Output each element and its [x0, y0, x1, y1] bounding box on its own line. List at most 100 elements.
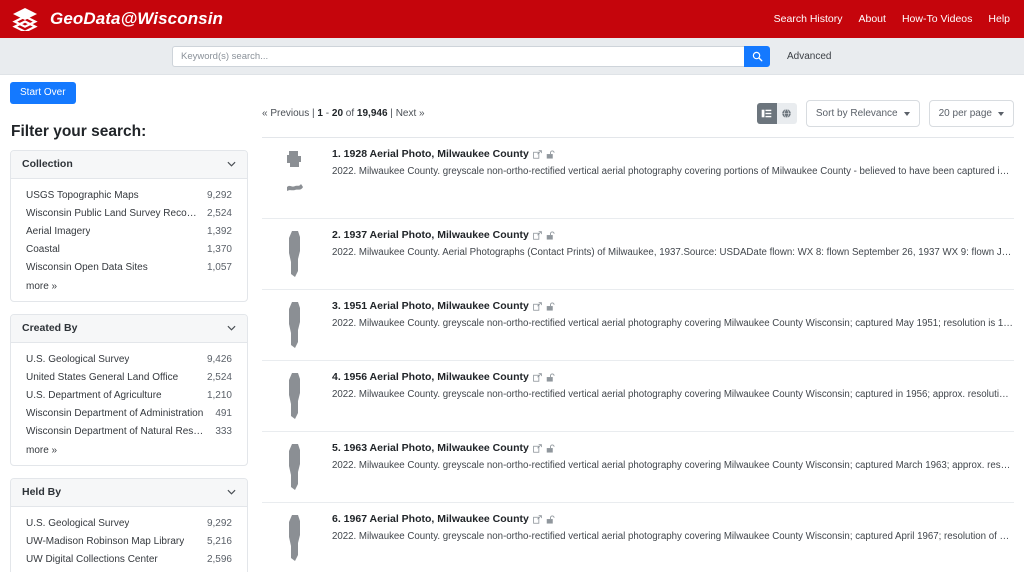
- result-content: 3. 1951 Aerial Photo, Milwaukee County 2…: [328, 300, 1014, 329]
- search-form: [172, 45, 770, 67]
- result-description: 2022. Milwaukee County. Aerial Photograp…: [332, 247, 1014, 258]
- sort-dropdown-label: Sort by Relevance: [815, 108, 898, 119]
- aerial-photo-thumbnail-icon: [287, 151, 303, 191]
- advanced-search-link[interactable]: Advanced: [787, 51, 831, 62]
- facet-item[interactable]: U.S. Geological Survey 9,426: [15, 350, 243, 368]
- facet-more-link[interactable]: more »: [15, 276, 243, 292]
- facet-held-by-body: U.S. Geological Survey 9,292 UW-Madison …: [11, 507, 247, 572]
- result-item[interactable]: 4. 1956 Aerial Photo, Milwaukee County 2…: [262, 361, 1014, 432]
- result-title-row: 5. 1963 Aerial Photo, Milwaukee County: [332, 442, 1014, 454]
- start-over-button[interactable]: Start Over: [10, 82, 76, 104]
- facet-item[interactable]: Wisconsin Department of Natural Resource…: [15, 422, 243, 440]
- range-separator: -: [325, 108, 330, 119]
- facet-item[interactable]: UW Digital Collections Center 2,596: [15, 550, 243, 568]
- result-item[interactable]: 1. 1928 Aerial Photo, Milwaukee County 2…: [262, 138, 1014, 219]
- globe-map-view-icon: [782, 108, 792, 119]
- facet-item[interactable]: Coastal 1,370: [15, 240, 243, 258]
- facet-item[interactable]: Wisconsin Public Land Survey Records 2,5…: [15, 204, 243, 222]
- facet-held-by-header[interactable]: Held By: [11, 479, 247, 507]
- facet-item-label: Wisconsin Department of Administration: [26, 407, 204, 419]
- facet-item-count: 1,392: [206, 225, 232, 237]
- facet-item-count: 2,524: [206, 207, 232, 219]
- aerial-photo-thumbnail-icon: [289, 444, 300, 490]
- result-title-row: 2. 1937 Aerial Photo, Milwaukee County: [332, 229, 1014, 241]
- facet-held-by: Held By U.S. Geological Survey 9,292 UW-…: [10, 478, 248, 572]
- facet-item-count: 2,596: [206, 553, 232, 565]
- pagination-sep-1: |: [312, 108, 315, 119]
- facet-created-by-header[interactable]: Created By: [11, 315, 247, 343]
- next-page-link[interactable]: Next »: [396, 108, 425, 119]
- result-title-link[interactable]: 2. 1937 Aerial Photo, Milwaukee County: [332, 229, 529, 241]
- facet-item[interactable]: Wisconsin Open Data Sites 1,057: [15, 258, 243, 276]
- result-title-link[interactable]: 3. 1951 Aerial Photo, Milwaukee County: [332, 300, 529, 312]
- facet-item-label: UW-Madison Robinson Map Library: [26, 535, 185, 547]
- result-thumbnail: [262, 148, 328, 207]
- facet-more-link[interactable]: more »: [15, 440, 243, 456]
- facet-item-label: Aerial Imagery: [26, 225, 91, 237]
- nav-link-about[interactable]: About: [859, 13, 886, 25]
- facet-item[interactable]: Wisconsin Department of Administration 4…: [15, 404, 243, 422]
- aerial-photo-thumbnail-icon: [289, 302, 300, 348]
- chevron-down-icon: [227, 325, 236, 331]
- sort-dropdown[interactable]: Sort by Relevance: [805, 100, 920, 127]
- result-item[interactable]: 6. 1967 Aerial Photo, Milwaukee County 2…: [262, 503, 1014, 572]
- facet-item-count: 1,057: [206, 261, 232, 273]
- result-thumbnail: [262, 442, 328, 491]
- range-start: 1: [317, 108, 323, 119]
- result-title-link[interactable]: 5. 1963 Aerial Photo, Milwaukee County: [332, 442, 529, 454]
- brand[interactable]: GeoData@Wisconsin: [12, 7, 223, 31]
- external-link-icon: [533, 301, 542, 311]
- result-title-link[interactable]: 1. 1928 Aerial Photo, Milwaukee County: [332, 148, 529, 160]
- result-title-link[interactable]: 4. 1956 Aerial Photo, Milwaukee County: [332, 371, 529, 383]
- result-title-link[interactable]: 6. 1967 Aerial Photo, Milwaukee County: [332, 513, 529, 525]
- search-icon: [752, 51, 762, 61]
- facet-collection-body: USGS Topographic Maps 9,292 Wisconsin Pu…: [11, 179, 247, 301]
- facet-item-count: 1,210: [206, 389, 232, 401]
- facet-created-by-body: U.S. Geological Survey 9,426 United Stat…: [11, 343, 247, 465]
- per-page-dropdown[interactable]: 20 per page: [928, 100, 1014, 127]
- facet-item[interactable]: United States General Land Office 2,524: [15, 368, 243, 386]
- result-description: 2022. Milwaukee County. greyscale non-or…: [332, 460, 1014, 471]
- external-link-icon: [533, 443, 542, 453]
- aerial-photo-thumbnail-icon: [289, 231, 300, 277]
- nav-link-search-history[interactable]: Search History: [774, 13, 843, 25]
- open-lock-icon: [546, 443, 555, 453]
- result-item[interactable]: 2. 1937 Aerial Photo, Milwaukee County 2…: [262, 219, 1014, 290]
- result-item[interactable]: 3. 1951 Aerial Photo, Milwaukee County 2…: [262, 290, 1014, 361]
- facet-item[interactable]: USGS Topographic Maps 9,292: [15, 186, 243, 204]
- search-input[interactable]: [172, 45, 744, 67]
- nav-link-help[interactable]: Help: [988, 13, 1010, 25]
- result-item[interactable]: 5. 1963 Aerial Photo, Milwaukee County 2…: [262, 432, 1014, 503]
- results-column: « Previous | 1 - 20 of 19,946 | Next » S…: [248, 75, 1014, 572]
- toolbar-controls: Sort by Relevance 20 per page: [756, 100, 1014, 127]
- facet-item[interactable]: Aerial Imagery 1,392: [15, 222, 243, 240]
- nav-link-how-to-videos[interactable]: How-To Videos: [902, 13, 972, 25]
- facet-created-by: Created By U.S. Geological Survey 9,426 …: [10, 314, 248, 466]
- facet-collection-header[interactable]: Collection: [11, 151, 247, 179]
- external-link-icon: [533, 230, 542, 240]
- layers-icon: [12, 8, 38, 31]
- caret-down-icon: [998, 111, 1004, 116]
- facet-item-count: 491: [215, 407, 232, 419]
- facet-item[interactable]: UW-Madison Robinson Map Library 5,216: [15, 532, 243, 550]
- list-view-icon: [762, 109, 772, 118]
- sidebar: Start Over Filter your search: Collectio…: [10, 75, 248, 572]
- total-count: 19,946: [356, 108, 388, 119]
- result-title-row: 1. 1928 Aerial Photo, Milwaukee County: [332, 148, 1014, 160]
- of-label: of: [345, 108, 355, 119]
- list-view-button[interactable]: [756, 103, 777, 124]
- open-lock-icon: [546, 372, 555, 382]
- facet-item-label: Coastal: [26, 243, 60, 255]
- facet-item-count: 9,292: [206, 189, 232, 201]
- facet-created-by-title: Created By: [22, 322, 78, 334]
- facet-item-count: 2,524: [206, 371, 232, 383]
- result-content: 4. 1956 Aerial Photo, Milwaukee County 2…: [328, 371, 1014, 400]
- top-navbar: GeoData@Wisconsin Search History About H…: [0, 0, 1024, 38]
- range-end: 20: [331, 108, 344, 119]
- facet-item[interactable]: U.S. Geological Survey 9,292: [15, 514, 243, 532]
- previous-page-link[interactable]: « Previous: [262, 108, 309, 119]
- map-view-button[interactable]: [776, 103, 797, 124]
- search-button[interactable]: [744, 45, 770, 67]
- facet-item[interactable]: U.S. Department of Agriculture 1,210: [15, 386, 243, 404]
- facet-item[interactable]: WisconsinView 1,784: [15, 568, 243, 572]
